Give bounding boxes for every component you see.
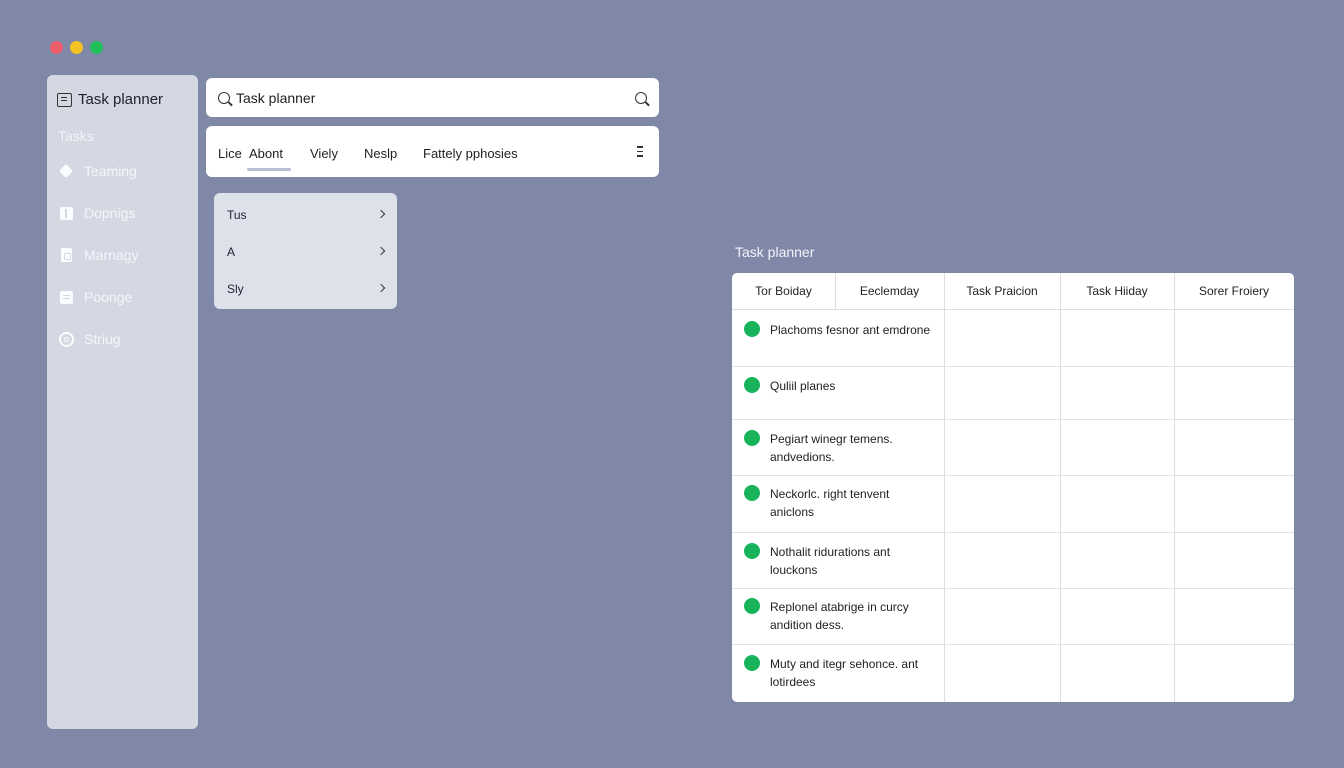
tab-lice[interactable]: Lice xyxy=(218,146,242,161)
sidebar-item-label: Dopnigs xyxy=(84,205,136,221)
column-header[interactable]: Tor Boiday xyxy=(732,273,835,310)
sidebar-item-label: Teaming xyxy=(84,163,137,179)
column-header[interactable]: Eeclemday xyxy=(835,273,944,310)
sidebar: Task planner Tasks Teaming Dopnigs Marna… xyxy=(47,75,198,729)
sidebar-item-label: Poonge xyxy=(84,289,133,305)
sidebar-item-dopnigs[interactable]: Dopnigs xyxy=(59,205,135,221)
tab-fattely-pphosies[interactable]: Fattely pphosies xyxy=(423,146,518,161)
close-window-button[interactable] xyxy=(50,41,63,54)
search-submit-icon[interactable] xyxy=(635,91,647,104)
dropdown-item-label: Sly xyxy=(227,282,244,296)
grid-line xyxy=(732,644,1294,645)
table-row[interactable]: Plachoms fesnor ant emdrone xyxy=(744,321,935,339)
task-text: Nothalit ridurations ant louckons xyxy=(770,545,891,577)
search-icon xyxy=(218,91,230,104)
task-text: Muty and itegr sehonce. ant lotirdees xyxy=(770,657,919,689)
status-dot-icon xyxy=(744,430,760,446)
table-row[interactable]: Pegiart winegr temens. andvedions. xyxy=(744,430,935,466)
tab-abont[interactable]: Abont xyxy=(249,146,283,161)
zoom-window-button[interactable] xyxy=(90,41,103,54)
grid-line xyxy=(732,366,1294,367)
sidebar-item-teaming[interactable]: Teaming xyxy=(59,163,137,179)
grid-line xyxy=(944,273,945,702)
window-controls xyxy=(50,41,103,54)
sidebar-section-label: Tasks xyxy=(58,128,94,144)
status-dot-icon xyxy=(744,543,760,559)
chevron-right-icon xyxy=(376,246,386,256)
search-bar xyxy=(206,78,659,117)
sidebar-title[interactable]: Task planner xyxy=(57,91,163,108)
document-icon xyxy=(59,247,74,263)
task-text: Plachoms fesnor ant emdrone xyxy=(770,323,931,337)
tab-neslp[interactable]: Neslp xyxy=(364,146,397,161)
grid-line xyxy=(732,419,1294,420)
status-dot-icon xyxy=(744,321,760,337)
active-tab-indicator xyxy=(247,168,291,171)
sidebar-item-poonge[interactable]: Poonge xyxy=(59,289,132,305)
dropdown-item-label: Tus xyxy=(227,208,247,222)
chevron-right-icon xyxy=(376,283,386,293)
dropdown-menu: Tus A Sly xyxy=(214,193,397,309)
settings-circle-icon xyxy=(59,331,74,347)
sidebar-title-label: Task planner xyxy=(78,91,164,108)
grid-line xyxy=(835,273,836,310)
task-table: Tor Boiday Eeclemday Task Praicion Task … xyxy=(732,273,1294,702)
grid-line xyxy=(732,532,1294,533)
app-window: Task planner Tasks Teaming Dopnigs Marna… xyxy=(0,0,1344,768)
table-row[interactable]: Replonel atabrige in curcy andition dess… xyxy=(744,598,935,634)
sidebar-item-marnagy[interactable]: Marnagy xyxy=(59,247,138,263)
dropdown-item-sly[interactable]: Sly xyxy=(227,282,386,296)
status-dot-icon xyxy=(744,377,760,393)
grid-line xyxy=(732,475,1294,476)
status-dot-icon xyxy=(744,598,760,614)
column-header[interactable]: Task Praicion xyxy=(944,273,1060,310)
table-row[interactable]: Quliil planes xyxy=(744,377,935,395)
grid-line xyxy=(732,588,1294,589)
status-dot-icon xyxy=(744,655,760,671)
dropdown-item-label: A xyxy=(227,245,236,259)
diamond-icon xyxy=(59,164,74,179)
column-header[interactable]: Sorer Froiery xyxy=(1174,273,1294,310)
search-input[interactable] xyxy=(236,89,635,106)
table-row[interactable]: Muty and itegr sehonce. ant lotirdees xyxy=(744,655,935,691)
panel-icon xyxy=(59,206,74,221)
dropdown-item-a[interactable]: A xyxy=(227,245,386,259)
task-text: Neckorlc. right tenvent aniclons xyxy=(770,487,890,519)
sidebar-item-label: Marnagy xyxy=(84,247,139,263)
task-text: Replonel atabrige in curcy andition dess… xyxy=(770,600,909,632)
minimize-window-button[interactable] xyxy=(70,41,83,54)
tab-viely[interactable]: Viely xyxy=(310,146,338,161)
table-title: Task planner xyxy=(735,244,815,260)
list-icon xyxy=(59,290,74,305)
grid-line xyxy=(1174,273,1175,702)
calendar-icon xyxy=(57,92,72,107)
sidebar-item-striug[interactable]: Striug xyxy=(59,331,121,347)
task-text: Pegiart winegr temens. andvedions. xyxy=(770,432,893,464)
table-row[interactable]: Nothalit ridurations ant louckons xyxy=(744,543,935,579)
task-text: Quliil planes xyxy=(770,379,836,393)
status-dot-icon xyxy=(744,485,760,501)
grid-line xyxy=(1060,273,1061,702)
column-header[interactable]: Task Hiiday xyxy=(1060,273,1174,310)
sidebar-item-label: Striug xyxy=(84,331,121,347)
chevron-right-icon xyxy=(376,209,386,219)
more-menu-icon[interactable] xyxy=(637,146,643,157)
dropdown-item-tus[interactable]: Tus xyxy=(227,208,386,222)
table-row[interactable]: Neckorlc. right tenvent aniclons xyxy=(744,485,935,521)
